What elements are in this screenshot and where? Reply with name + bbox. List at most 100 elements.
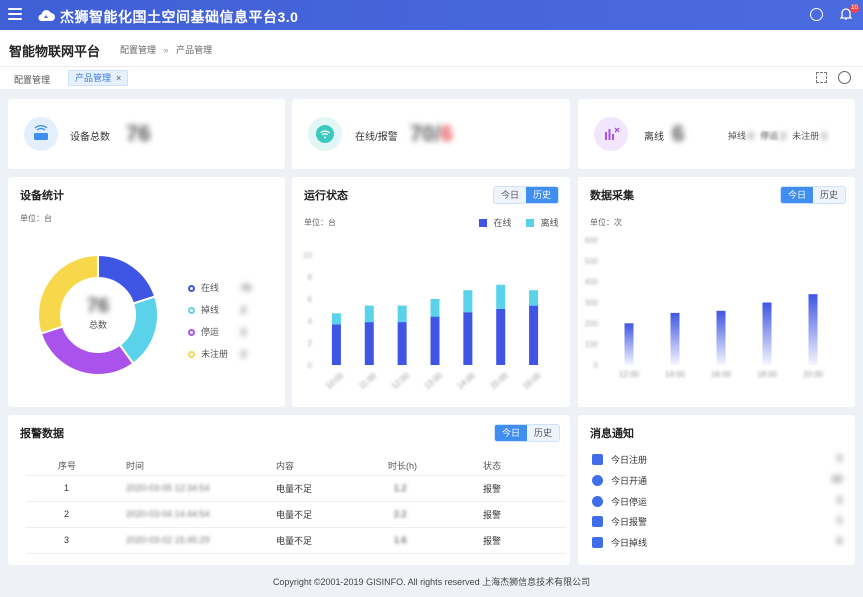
x-tick-label: 15:00 bbox=[489, 371, 511, 391]
bar-online bbox=[331, 324, 341, 365]
fullscreen-icon[interactable] bbox=[816, 72, 827, 83]
tab-config[interactable]: 配置管理 bbox=[14, 73, 50, 86]
tab-product-label: 产品管理 bbox=[75, 73, 112, 83]
toggle-today[interactable]: 今日 bbox=[781, 187, 814, 203]
bar-online bbox=[430, 316, 440, 365]
notice-label: 今日注册 bbox=[611, 455, 648, 465]
monitor-x-icon bbox=[592, 537, 603, 549]
data-collect-toggle: 今日 历史 bbox=[780, 186, 847, 204]
close-icon[interactable]: × bbox=[116, 73, 121, 83]
alarm-toggle: 今日 历史 bbox=[494, 424, 561, 442]
x-tick-label: 12:00 bbox=[619, 370, 640, 379]
col-index: 序号 bbox=[26, 457, 110, 476]
run-status-toggle: 今日 历史 bbox=[493, 186, 560, 204]
breadcrumb-item[interactable]: 配置管理 bbox=[120, 45, 156, 55]
table-cell: 电量不足 bbox=[276, 527, 388, 554]
panel-title: 设备统计 bbox=[20, 190, 64, 202]
x-tick-label: 14:00 bbox=[665, 370, 686, 379]
stat-offline-breakdown: 掉线 0 停运 2 未注册 2 bbox=[728, 129, 827, 142]
breadcrumb-item-current: 产品管理 bbox=[176, 45, 213, 55]
donut-center-value: 76 bbox=[86, 295, 110, 317]
x-tick-label: 16:00 bbox=[711, 370, 732, 379]
notice-item[interactable]: 今日开通 23 bbox=[592, 474, 842, 487]
notice-item[interactable]: 今日报警 1 bbox=[592, 515, 842, 528]
x-tick-label: 10:00 bbox=[324, 371, 346, 391]
stat-card-online: 在线/报警 70/6 bbox=[292, 99, 570, 169]
bar-offline bbox=[364, 305, 374, 323]
legend-item: 停运 2 bbox=[188, 325, 246, 338]
run-status-chart: 10 8 6 4 2 0 10:00 11:00 12:00 13:00 14:00 15:00 16:… bbox=[303, 251, 543, 391]
tab-product[interactable]: 产品管理 × bbox=[68, 70, 129, 86]
toggle-today[interactable]: 今日 bbox=[495, 425, 528, 441]
data-collect-chart: 600 500 400 300 200 100 0 12:00 14:00 16:00 18:00 2… bbox=[585, 236, 824, 379]
breadcrumb: 配置管理 » 产品管理 bbox=[120, 43, 212, 56]
bar-online bbox=[463, 312, 473, 365]
table-row[interactable]: 2 2020-03-04 14:44:54 电量不足 2.2 报警 bbox=[26, 501, 566, 528]
notification-badge: 10 bbox=[850, 4, 859, 13]
x-tick-label: 13:00 bbox=[423, 371, 445, 391]
bar-offline bbox=[397, 305, 407, 323]
table-cell: 1.6 bbox=[388, 527, 483, 554]
device-stats-panel: 设备统计 单位：台 76 总数 在线 70 掉线 2 停运 2 未注册 2 bbox=[8, 177, 285, 407]
page-title: 智能物联网平台 bbox=[9, 44, 101, 59]
y-tick-label: 0 bbox=[308, 361, 313, 370]
drop-label: 掉线 bbox=[728, 131, 747, 141]
stat-total-value: 76 bbox=[126, 121, 151, 146]
col-status: 状态 bbox=[483, 457, 566, 476]
table-row[interactable]: 3 2020-03-02 15:45:29 电量不足 1.6 报警 bbox=[26, 527, 566, 554]
router-icon bbox=[24, 117, 58, 151]
notice-value: 0 bbox=[836, 536, 842, 547]
user-icon[interactable] bbox=[810, 8, 823, 21]
notice-item[interactable]: 今日注册 2 bbox=[592, 453, 842, 466]
stat-online-values: 70/6 bbox=[410, 121, 453, 147]
alarm-bell-icon bbox=[592, 516, 603, 528]
stat-alarm-value: 6 bbox=[440, 121, 453, 146]
menu-icon[interactable] bbox=[8, 8, 22, 21]
legend-value: 2 bbox=[241, 305, 247, 315]
toggle-today[interactable]: 今日 bbox=[494, 187, 527, 203]
notice-panel: 消息通知 今日注册 2 今日开通 23 今日停运 2 今日报警 1 今日掉线 0 bbox=[578, 415, 855, 565]
toggle-history[interactable]: 历史 bbox=[526, 187, 559, 203]
x-tick-label: 20:00 bbox=[803, 370, 824, 379]
breadcrumb-separator: » bbox=[163, 45, 169, 55]
table-row[interactable]: 1 2020-03-05 12:34:54 电量不足 1.2 报警 bbox=[26, 475, 566, 502]
y-tick-label: 4 bbox=[308, 317, 313, 326]
app-title: 杰狮智能化国土空间基础信息平台3.0 bbox=[60, 9, 299, 25]
notice-label: 今日停运 bbox=[611, 496, 648, 507]
unit-label: 单位：次 bbox=[590, 218, 622, 227]
y-tick-label: 300 bbox=[585, 299, 599, 308]
table-cell: 1 bbox=[26, 475, 110, 502]
footer-copyright: Copyright ©2001-2019 GISINFO. All rights… bbox=[272, 577, 591, 587]
alarm-table: 序号 时间 内容 时长(h) 状态 1 2020-03-05 12:34:54 电量… bbox=[26, 457, 566, 554]
stop-label: 停运 bbox=[760, 131, 779, 141]
panel-title: 运行状态 bbox=[304, 190, 348, 202]
toggle-history[interactable]: 历史 bbox=[527, 425, 560, 441]
notice-item[interactable]: 今日掉线 0 bbox=[592, 536, 842, 549]
unreg-label: 未注册 bbox=[792, 131, 820, 141]
globe-icon[interactable] bbox=[838, 71, 851, 84]
data-collect-panel: 数据采集 今日 历史 单位：次 600 500 400 300 200 100 0 12:00 1… bbox=[578, 177, 855, 407]
bar-collect bbox=[716, 310, 726, 365]
table-cell: 2.2 bbox=[388, 501, 483, 528]
toggle-history[interactable]: 历史 bbox=[813, 187, 846, 203]
y-tick-label: 8 bbox=[308, 273, 313, 282]
table-cell: 3 bbox=[26, 527, 110, 554]
unit-label: 单位：台 bbox=[304, 218, 336, 227]
bar-collect bbox=[808, 294, 818, 365]
bar-online bbox=[496, 308, 506, 365]
col-duration: 时长(h) bbox=[388, 457, 483, 476]
user-add-icon bbox=[592, 454, 603, 465]
tab-bar: 配置管理 产品管理 × bbox=[0, 67, 863, 89]
legend-value: 2 bbox=[241, 349, 247, 359]
legend-swatch-online bbox=[479, 219, 487, 227]
stat-offline-label: 离线 bbox=[644, 132, 664, 143]
notice-value: 2 bbox=[836, 453, 842, 463]
legend-value: 2 bbox=[241, 327, 247, 337]
legend-label: 未注册 bbox=[201, 349, 229, 359]
stat-online-label: 在线/报警 bbox=[355, 132, 398, 143]
legend-item: 未注册 2 bbox=[188, 347, 246, 360]
bar-collect bbox=[762, 302, 772, 365]
notice-item[interactable]: 今日停运 2 bbox=[592, 495, 842, 508]
bar-online bbox=[397, 322, 407, 365]
legend-dot-icon bbox=[188, 285, 195, 292]
